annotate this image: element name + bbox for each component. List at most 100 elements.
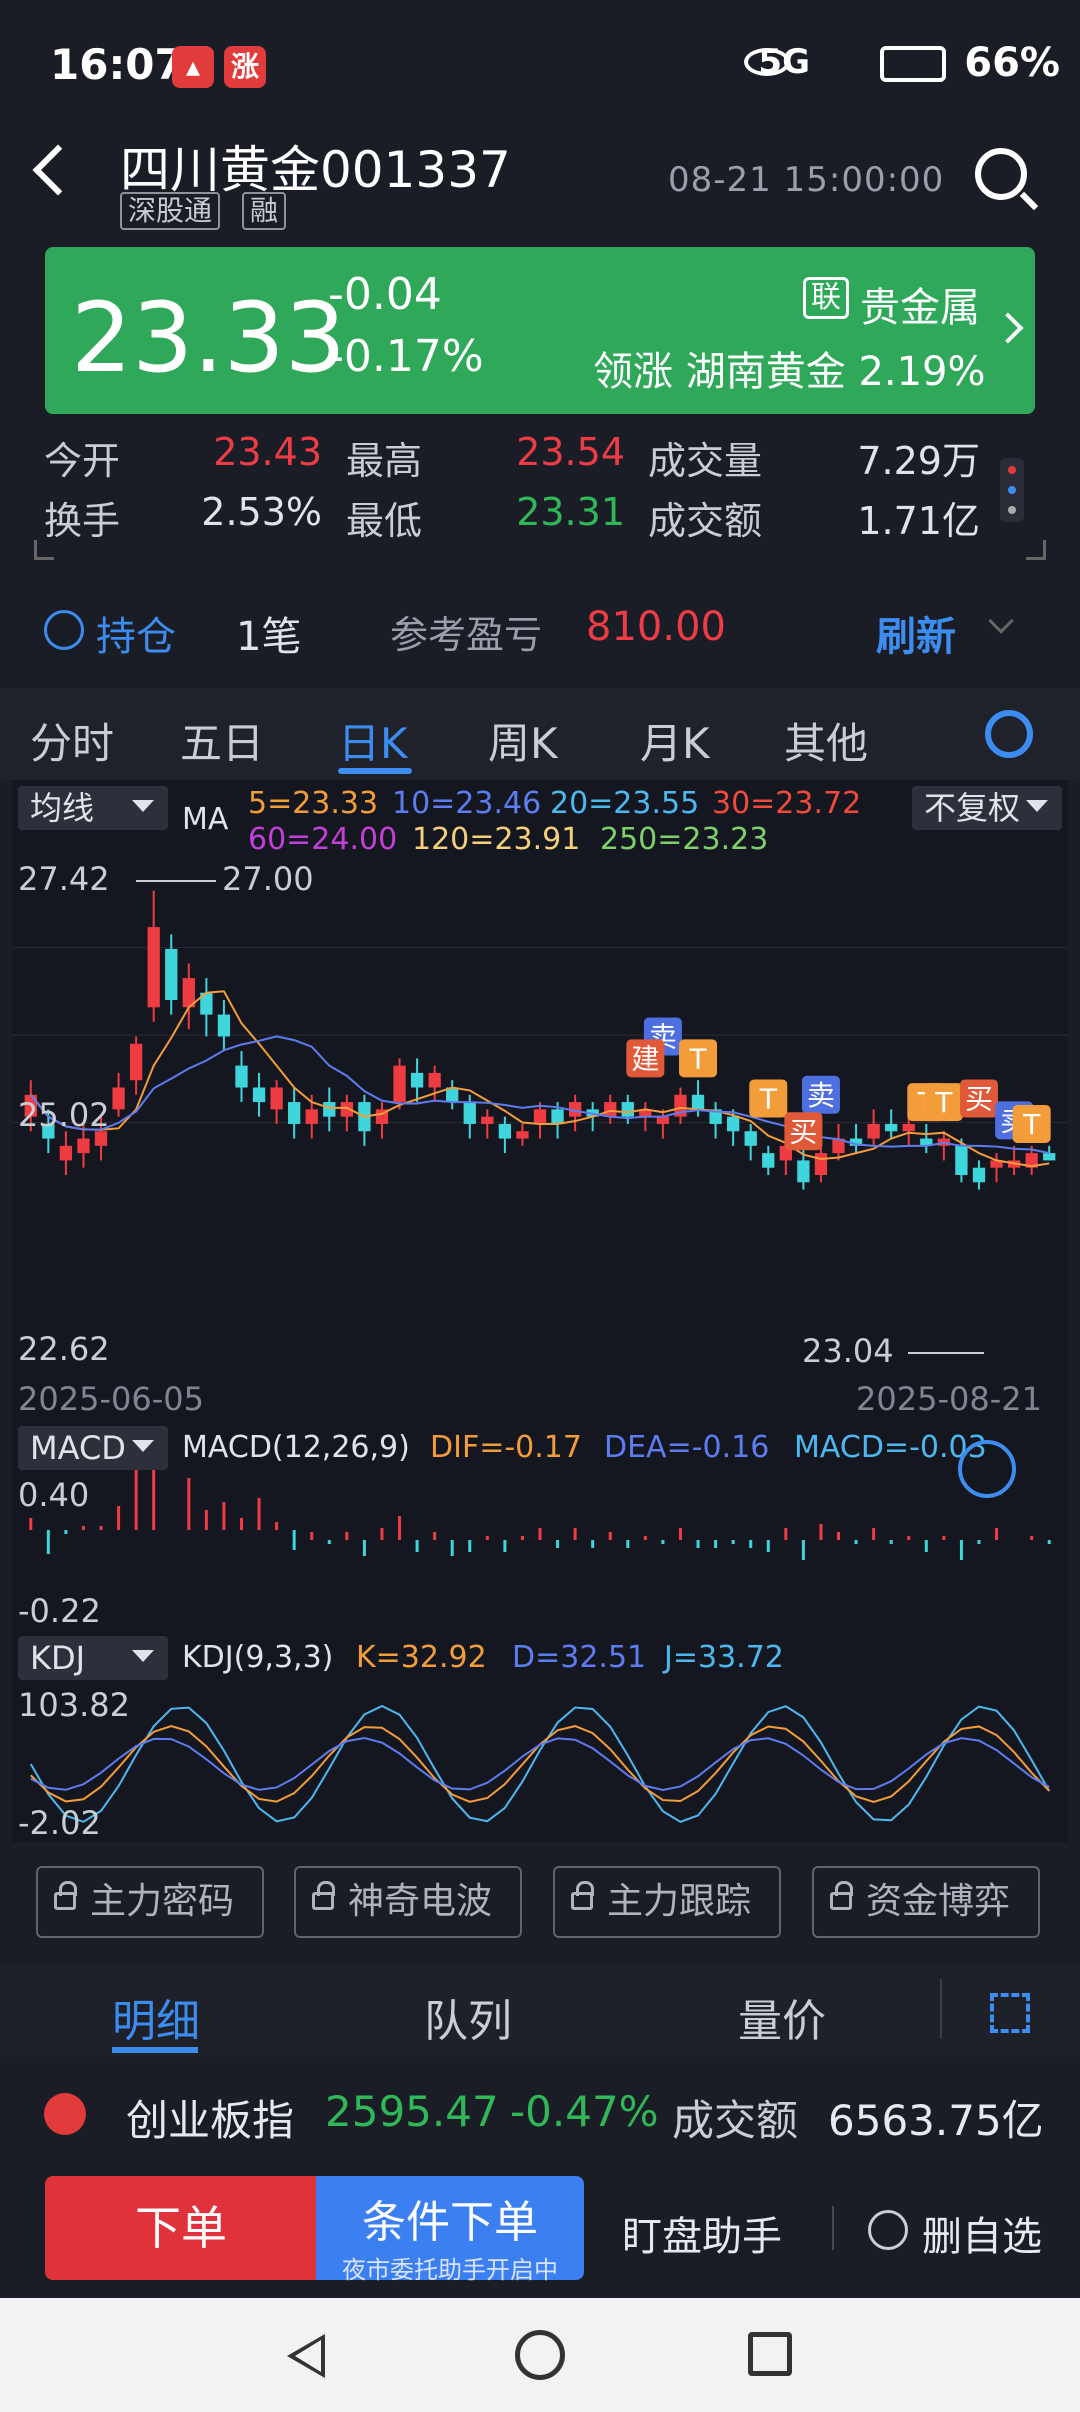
cond-order-sub: 夜市委托助手开启中 [342,2256,558,2284]
tool-magic-wave[interactable]: 神奇电波 [294,1866,522,1938]
leader-name: 湖南黄金 [685,349,846,395]
tab-five-day[interactable]: 五日 [180,710,264,771]
pnl-label: 参考盈亏 [390,613,543,657]
expand-circle-icon[interactable] [958,1440,1016,1498]
index-pct: -0.47% [510,2087,659,2136]
pnl-value: 810.00 [586,604,726,650]
trade-signal-badge: T [1012,1104,1051,1143]
tab-weekly-k[interactable]: 周K [488,710,558,771]
candle [217,1000,231,1052]
battery-icon [880,46,946,82]
last-price: 23.33 [71,282,346,394]
tab-other[interactable]: 其他 [784,710,868,771]
trade-signal-badge: T [924,1083,963,1122]
macd-params: MACD(12,26,9) [182,1430,410,1465]
candle [1007,1145,1021,1175]
tool-fund-game[interactable]: 资金博弈 [812,1866,1040,1938]
ma-dropdown[interactable]: 均线 [18,786,168,830]
high-value: 23.54 [516,430,625,474]
candle [533,1102,547,1139]
price-change-pct: -0.17% [328,331,484,382]
adjust-dropdown[interactable]: 不复权 [912,786,1062,830]
ma60-value: 60=24.00 [248,822,398,857]
tab-intraday[interactable]: 分时 [30,710,114,771]
tab-volume-price[interactable]: 量价 [738,1985,826,2049]
gear-icon[interactable] [985,710,1033,758]
holdings-bar[interactable]: 持仓 1笔 参考盈亏 810.00 刷新 [0,590,1080,670]
ma20-value: 20=23.55 [550,786,700,821]
chevron-down-icon[interactable] [988,608,1014,634]
kdj-dropdown[interactable]: KDJ [18,1636,168,1680]
divider [832,2206,834,2250]
remove-watchlist-button[interactable]: 删自选 [922,2204,1042,2262]
tab-monthly-k[interactable]: 月K [640,710,710,771]
chevron-right-icon[interactable] [992,312,1024,344]
candle [990,1153,1003,1183]
ma5-line [29,990,1050,1168]
nav-recents-icon[interactable] [748,2332,792,2376]
y-axis-bottom: 22.62 [18,1330,110,1368]
candle [410,1058,424,1103]
quote-datetime: 08-21 15:00:00 [668,160,945,200]
open-label: 今开 [44,439,121,483]
turnover-value: 2.53% [201,490,322,534]
back-arrow-icon[interactable] [32,144,84,196]
nav-home-icon[interactable] [515,2330,565,2380]
kline-chart[interactable]: 均线 MA 5=23.33 10=23.46 20=23.55 30=23.72… [12,780,1068,1842]
candle [568,1094,582,1132]
candle [200,978,213,1037]
cond-order-label: 条件下单 [362,2197,538,2248]
y-axis-mid: 25.02 [18,1096,110,1134]
sector-badge: 联 [803,277,849,319]
search-icon[interactable] [975,148,1027,200]
trade-signal-badge: T [749,1079,788,1118]
high-marker: 27.00 [222,860,314,898]
order-button[interactable]: 下单 [45,2176,317,2280]
tab-detail[interactable]: 明细 [112,1985,200,2049]
candle [393,1058,406,1110]
price-change: -0.04 [328,269,442,320]
svg-text:T: T [934,1086,953,1119]
svg-text:T: T [759,1082,778,1115]
watch-assistant-button[interactable]: 盯盘助手 [622,2204,782,2262]
lock-icon [571,1881,594,1910]
date-end: 2025-08-21 [856,1380,1042,1418]
holdings-label[interactable]: 持仓 [96,604,176,662]
index-ticker[interactable]: 创业板指 2595.47 -0.47% 成交额 6563.75亿 [0,2075,1080,2155]
macd-dropdown[interactable]: MACD [18,1426,168,1470]
trade-signal-badge: 卖 [801,1075,840,1114]
tool-main-tracking[interactable]: 主力跟踪 [553,1866,781,1938]
refresh-button[interactable]: 刷新 [876,604,956,662]
signal-icon: 5G [758,42,810,82]
low-marker: 23.04 [802,1332,894,1370]
candle [885,1109,898,1139]
low-value: 23.31 [516,490,625,534]
tool-main-code[interactable]: 主力密码 [36,1866,264,1938]
leader-pct: 2.19% [858,349,986,395]
trade-signal-badge: 买 [784,1112,823,1151]
candle [972,1160,986,1190]
ma30-value: 30=23.72 [712,786,862,821]
tab-daily-k[interactable]: 日K [338,710,408,771]
candlestick-plot[interactable]: 卖建TT卖买TT买卖T [12,860,1068,1210]
more-dots-icon[interactable] [1000,458,1024,522]
action-bar: 下单 条件下单 夜市委托助手开启中 盯盘助手 删自选 [0,2170,1080,2285]
candle [375,1102,389,1139]
remove-icon [868,2210,908,2250]
sector-name[interactable]: 贵金属 [860,275,980,333]
svg-text:卖: 卖 [807,1079,835,1112]
fullscreen-icon[interactable] [990,1993,1030,2033]
candle [744,1123,757,1161]
tab-queue[interactable]: 队列 [424,1985,512,2049]
active-tab-indicator [338,768,412,774]
nav-back-icon[interactable] [287,2334,325,2378]
candle [656,1109,670,1139]
price-card[interactable]: 23.33 -0.04 -0.17% 联 贵金属 领涨 湖南黄金 2.19% [45,247,1035,414]
detail-tabs: 明细 队列 量价 [0,1965,1080,2057]
candle [604,1094,617,1124]
macd-axis-top: 0.40 [18,1476,90,1514]
conditional-order-button[interactable]: 条件下单 夜市委托助手开启中 [316,2176,584,2284]
tool-label: 资金博弈 [866,1881,1011,1922]
status-bar: 16:07 ▴ 涨 5G 66% [0,0,1080,130]
candle [621,1094,634,1124]
